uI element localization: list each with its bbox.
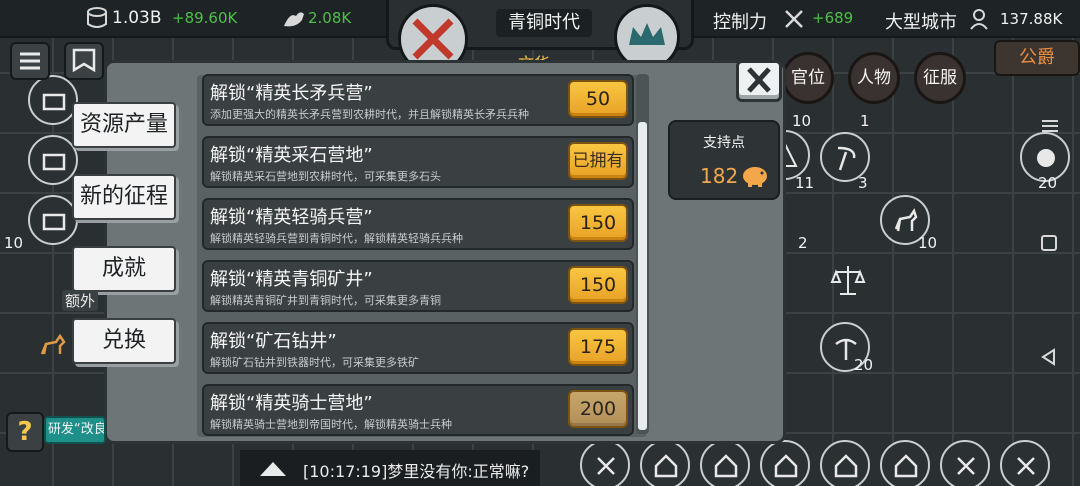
unlock-description: 解锁精英采石营地到农耕时代，可采集更多石头 (210, 170, 441, 183)
board-tile-storage-icon[interactable] (28, 135, 78, 185)
close-button[interactable] (736, 60, 782, 102)
people-button[interactable]: 人物 (848, 52, 900, 104)
city-type: 大型城市 (885, 12, 957, 33)
unlock-title: 解锁“精英采石营地” (210, 145, 373, 166)
unlock-description: 解锁矿石钻井到铁器时代，可采集更多铁矿 (210, 356, 419, 369)
extra-label: 额外 (62, 290, 99, 311)
unlock-row: 解锁“精英轻骑兵营” 解锁精英轻骑兵营到青铜时代，解锁精英轻骑兵兵种 150 (202, 198, 634, 250)
unlock-cost-button[interactable]: 150 (568, 204, 628, 242)
tile-count: 10 (918, 234, 938, 252)
scrollbar-thumb[interactable] (638, 122, 647, 430)
nav-menu-icon[interactable] (1040, 118, 1060, 138)
board-tile-axe-icon[interactable] (940, 440, 990, 486)
rank-button[interactable]: 公爵 (994, 40, 1080, 76)
unlock-list-panel (197, 75, 647, 437)
population-amount: 137.88K (1000, 10, 1063, 28)
unlock-title: 解锁“精英骑士营地” (210, 393, 373, 414)
crossed-swords-icon (783, 8, 805, 34)
board-tile-house-icon[interactable] (880, 440, 930, 486)
unlock-description: 解锁精英轻骑兵营到青铜时代，解锁精英轻骑兵兵种 (210, 232, 463, 245)
tile-count: 1 (860, 112, 870, 130)
control-label: 控制力 (713, 12, 767, 33)
unlock-row: 解锁“精英骑士营地” 解锁精英骑士营地到帝国时代，解锁精英骑士兵种 200 (202, 384, 634, 436)
unlock-title: 解锁“矿石钻井” (210, 331, 337, 352)
tile-count: 20 (1038, 174, 1058, 192)
tile-count: 3 (858, 174, 868, 192)
unlock-cost-button[interactable]: 50 (568, 80, 628, 118)
population-icon (970, 8, 994, 34)
unlock-title: 解锁“精英轻骑兵营” (210, 207, 373, 228)
board-tile-storage-icon[interactable] (28, 75, 78, 125)
support-points-label: 支持点 (703, 135, 745, 151)
unlock-cost-button[interactable]: 150 (568, 266, 628, 304)
tab-achievements[interactable]: 成就 (72, 246, 176, 292)
office-button[interactable]: 官位 (782, 52, 834, 104)
support-points-panel: 支持点 182 (668, 120, 780, 200)
unlock-row: 解锁“精英长矛兵营” 添加更强大的精英长矛兵营到农耕时代，并且解锁精英长矛兵兵种… (202, 74, 634, 126)
tab-new-journey[interactable]: 新的征程 (72, 174, 176, 220)
menu-button[interactable] (10, 42, 50, 80)
tile-count: 10 (4, 234, 24, 252)
unlock-cost-button[interactable]: 200 (568, 390, 628, 428)
expand-up-icon[interactable] (258, 460, 288, 482)
unlock-title: 解锁“精英青铜矿井” (210, 269, 373, 290)
research-button[interactable]: 研发“改良 (44, 416, 106, 444)
strength-amount: 2.08K (308, 9, 352, 27)
control-rate: +689 (812, 9, 854, 27)
tab-exchange[interactable]: 兑换 (72, 318, 176, 364)
strength-arm-icon (282, 6, 306, 34)
gold-rate: +89.60K (172, 9, 238, 27)
expedition-button[interactable]: 征服 (914, 52, 966, 104)
board-tile-storage-icon[interactable] (28, 195, 78, 245)
gold-amount: 1.03B (112, 8, 162, 28)
board-tile-axe-icon[interactable] (580, 440, 630, 486)
unlock-description: 解锁精英青铜矿井到青铜时代，可采集更多青铜 (210, 294, 441, 307)
tab-resource-output[interactable]: 资源产量 (72, 102, 176, 148)
piggy-bank-icon (740, 162, 770, 192)
unlock-row: 解锁“精英采石营地” 解锁精英采石营地到农耕时代，可采集更多石头 已拥有 (202, 136, 634, 188)
unlock-row: 解锁“精英青铜矿井” 解锁精英青铜矿井到青铜时代，可采集更多青铜 150 (202, 260, 634, 312)
unlock-cost-button[interactable]: 175 (568, 328, 628, 366)
help-button[interactable]: ? (6, 412, 44, 452)
coins-icon (86, 6, 108, 34)
unlock-title: 解锁“精英长矛兵营” (210, 83, 373, 104)
scales-icon[interactable] (830, 262, 866, 302)
horse-icon (40, 333, 66, 360)
support-points-value: 182 (700, 164, 739, 188)
tile-count: 10 (792, 112, 812, 130)
tile-count: 11 (795, 174, 815, 192)
nav-back-icon[interactable] (1040, 348, 1058, 370)
era-title: 青铜时代 (496, 9, 592, 37)
unlock-row: 解锁“矿石钻井” 解锁矿石钻井到铁器时代，可采集更多铁矿 175 (202, 322, 634, 374)
nav-home-icon[interactable] (1040, 234, 1058, 256)
board-tile-house-icon[interactable] (640, 440, 690, 486)
board-tile-house-icon[interactable] (760, 440, 810, 486)
banner-button[interactable] (64, 42, 104, 80)
board-tile-house-icon[interactable] (700, 440, 750, 486)
tile-count: 2 (798, 234, 808, 252)
chat-log-message: [10:17:19]梦里没有你:正常嘛? (303, 462, 530, 481)
board-tile-axe-icon[interactable] (1000, 440, 1050, 486)
board-tile-house-icon[interactable] (820, 440, 870, 486)
tile-count: 20 (854, 356, 874, 374)
owned-badge: 已拥有 (568, 142, 628, 180)
unlock-description: 解锁精英骑士营地到帝国时代，解锁精英骑士兵种 (210, 418, 452, 431)
unlock-description: 添加更强大的精英长矛兵营到农耕时代，并且解锁精英长矛兵兵种 (210, 108, 529, 121)
